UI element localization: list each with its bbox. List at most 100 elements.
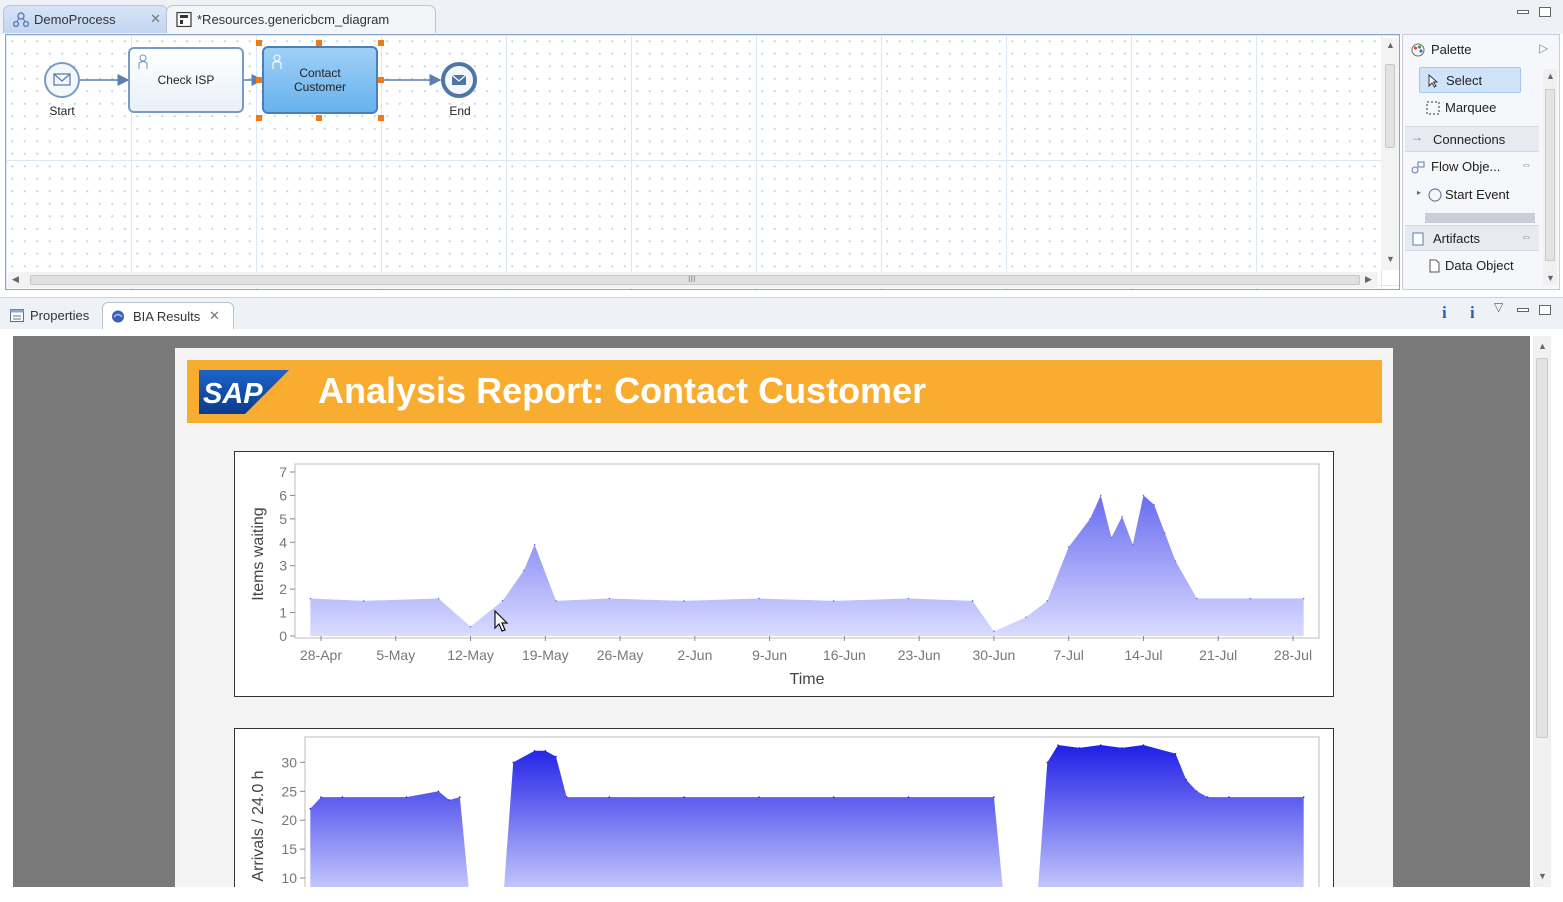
scroll-down-icon[interactable]: ▼ <box>1538 871 1547 881</box>
data-point <box>1174 752 1177 755</box>
info-icon[interactable]: i <box>1442 303 1447 323</box>
data-point <box>832 600 835 602</box>
scrollbar-thumb[interactable] <box>1545 89 1555 261</box>
data-point <box>469 625 472 628</box>
end-event-node[interactable] <box>440 61 480 101</box>
resize-handle[interactable] <box>378 40 384 46</box>
data-point <box>993 796 995 798</box>
close-icon[interactable]: ✕ <box>209 308 220 324</box>
resize-handle[interactable] <box>316 40 322 46</box>
canvas-vertical-scrollbar[interactable]: ▲ ▼ <box>1381 38 1399 270</box>
x-tick-label: 14-Jul <box>1124 647 1162 663</box>
data-point <box>1131 543 1134 546</box>
palette-header[interactable]: Palette ▷ <box>1403 37 1559 63</box>
tab-bia-results[interactable]: BIA Results ✕ <box>102 302 234 329</box>
data-point <box>1249 597 1252 600</box>
x-tick-label: 19-May <box>522 647 569 663</box>
palette-artifacts-drawer[interactable]: Artifacts ⇔ <box>1405 225 1539 251</box>
scroll-up-icon[interactable]: ▲ <box>1546 71 1555 81</box>
end-label: End <box>449 104 471 118</box>
x-tick-label: 9-Jun <box>752 647 787 663</box>
data-point <box>993 630 995 633</box>
tab-properties-label: Properties <box>30 308 90 323</box>
scrollbar-thumb[interactable] <box>1536 358 1548 738</box>
marquee-icon <box>1426 101 1440 115</box>
tab-properties[interactable]: Properties <box>0 302 97 329</box>
palette-hidden-item <box>1425 213 1535 223</box>
pin-icon[interactable]: ⇔ <box>1521 231 1532 243</box>
resize-handle[interactable] <box>256 40 262 46</box>
mouse-cursor-icon <box>494 610 509 632</box>
y-axis-label: Arrivals / 24.0 h <box>250 770 267 881</box>
scroll-up-icon[interactable]: ▲ <box>1538 341 1547 351</box>
artifacts-icon <box>1412 232 1424 246</box>
scroll-left-icon[interactable]: ◀ <box>12 274 19 285</box>
data-point <box>683 600 685 602</box>
data-point <box>1206 796 1209 798</box>
report-title: Analysis Report: Contact Customer <box>318 370 927 411</box>
data-point <box>608 597 611 600</box>
collapse-palette-icon[interactable]: ▷ <box>1539 41 1548 55</box>
minimize-icon[interactable] <box>1517 308 1529 312</box>
palette-select-label: Select <box>1446 73 1483 88</box>
scrollbar-thumb[interactable] <box>1385 64 1395 148</box>
palette-connections-label: Connections <box>1433 132 1506 147</box>
y-tick-label: 7 <box>279 464 287 480</box>
maximize-icon[interactable] <box>1539 7 1551 17</box>
data-point <box>1302 597 1305 600</box>
pin-icon[interactable]: ⇔ <box>1521 159 1532 171</box>
y-axis-label: Items waiting <box>250 507 267 600</box>
minimize-icon[interactable] <box>1517 10 1529 14</box>
scroll-up-icon[interactable]: ▲ <box>1386 40 1395 50</box>
data-point <box>309 807 312 810</box>
data-point <box>907 597 910 600</box>
data-point <box>1121 515 1123 518</box>
view-menu-icon[interactable]: ▽ <box>1494 300 1503 314</box>
person-icon <box>272 54 282 69</box>
data-point <box>1099 494 1102 497</box>
data-point <box>1174 560 1177 562</box>
resize-handle[interactable] <box>378 77 384 83</box>
check-isp-label: Check ISP <box>157 73 215 87</box>
palette-data-object-label: Data Object <box>1445 258 1514 273</box>
scroll-down-icon[interactable]: ▼ <box>1546 273 1555 283</box>
sap-logo: SAP <box>199 370 289 414</box>
report-vertical-scrollbar[interactable]: ▲ ▼ <box>1533 336 1551 887</box>
palette-scrollbar[interactable]: ▲ ▼ <box>1543 69 1557 285</box>
palette-flow-objects-drawer[interactable]: Flow Obje... ⇔ <box>1403 154 1543 180</box>
resize-handle[interactable] <box>256 115 262 121</box>
expand-arrow-icon[interactable]: ▸ <box>1417 188 1421 197</box>
maximize-icon[interactable] <box>1539 305 1551 315</box>
data-point <box>608 796 611 798</box>
data-point <box>1142 494 1145 497</box>
data-point <box>437 597 440 600</box>
canvas-horizontal-scrollbar[interactable]: ◀ III ▶ <box>8 272 1378 288</box>
palette-marquee-tool[interactable]: Marquee <box>1417 95 1539 121</box>
data-point <box>1025 616 1027 619</box>
resize-handle[interactable] <box>378 115 384 121</box>
scroll-grip: III <box>688 274 696 284</box>
resize-handle[interactable] <box>316 115 322 121</box>
scroll-right-icon[interactable]: ▶ <box>1365 274 1372 285</box>
x-tick-label: 21-Jul <box>1199 647 1237 663</box>
data-point <box>512 761 515 764</box>
palette-connections-tool[interactable]: → Connections <box>1405 126 1539 152</box>
data-point <box>448 799 450 801</box>
data-point <box>758 796 760 798</box>
data-point <box>1164 532 1166 534</box>
y-tick-label: 30 <box>281 754 297 770</box>
start-event-node[interactable] <box>42 61 82 101</box>
palette-data-object-tool[interactable]: Data Object <box>1417 253 1539 279</box>
cursor-arrow-icon <box>1428 74 1439 88</box>
info-icon[interactable]: i <box>1470 303 1475 323</box>
data-point <box>971 600 974 602</box>
data-point <box>832 796 835 798</box>
data-point <box>1196 790 1198 793</box>
y-tick-label: 5 <box>279 511 287 527</box>
scroll-down-icon[interactable]: ▼ <box>1386 254 1395 264</box>
palette-start-event-tool[interactable]: ▸ Start Event <box>1417 182 1539 208</box>
resize-handle[interactable] <box>256 77 262 83</box>
palette-select-tool[interactable]: Select <box>1419 67 1521 93</box>
data-point <box>523 569 525 572</box>
data-point <box>1046 600 1049 602</box>
